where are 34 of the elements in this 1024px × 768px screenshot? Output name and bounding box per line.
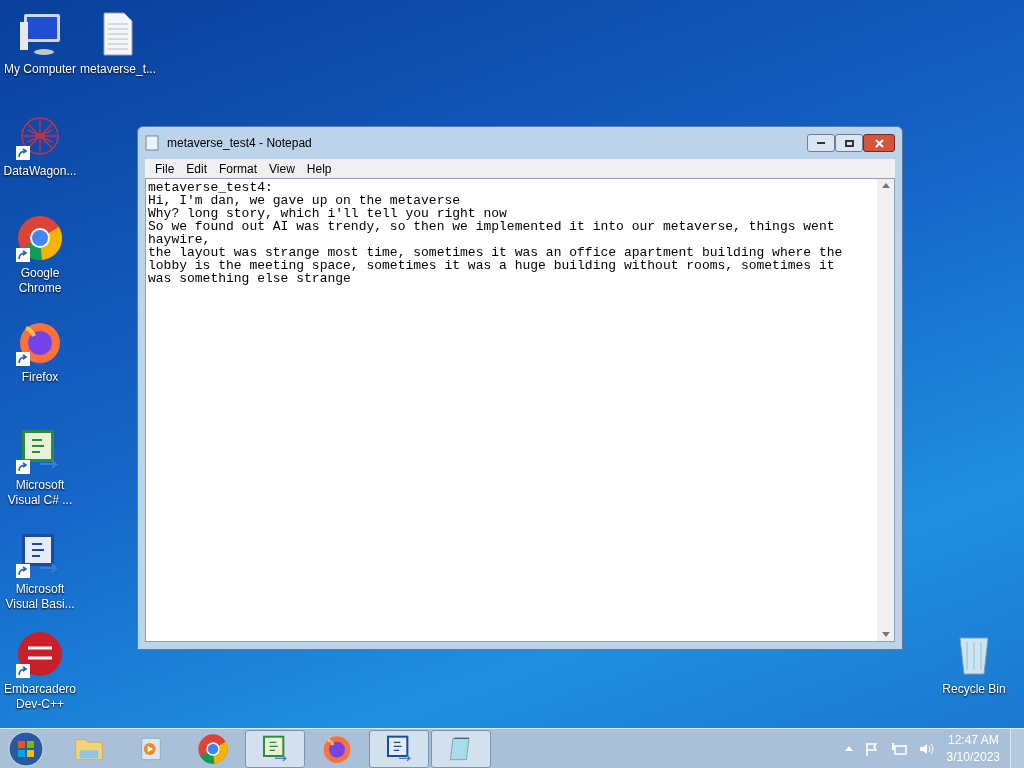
speaker-icon[interactable] xyxy=(918,741,935,756)
chrome-logo-icon xyxy=(197,732,229,765)
notepad-icon xyxy=(145,135,159,151)
desktop-icon-label[interactable]: Microsoft Visual C# ... xyxy=(2,478,78,508)
scrollbar[interactable] xyxy=(877,179,894,641)
menu-item[interactable]: Help xyxy=(300,159,338,178)
desktop-icon-label[interactable]: Recycle Bin xyxy=(936,682,1012,697)
taskbar-button[interactable] xyxy=(369,729,429,768)
taskbar-button[interactable] xyxy=(245,729,305,768)
close-button[interactable] xyxy=(863,134,895,152)
close-icon xyxy=(874,138,884,148)
show-hidden-icons-icon[interactable] xyxy=(844,746,853,751)
app-logo-icon xyxy=(16,630,64,678)
desktop-icon-label[interactable]: My Computer xyxy=(2,62,78,77)
menu-item[interactable]: View xyxy=(263,159,301,178)
desktop-icon-label[interactable]: Google Chrome xyxy=(2,266,78,296)
scroll-up-icon[interactable] xyxy=(881,183,890,188)
menu-item[interactable]: Edit xyxy=(180,159,214,178)
menu-item[interactable]: File xyxy=(149,159,181,178)
show-desktop-button[interactable] xyxy=(1010,729,1024,768)
menu-item[interactable]: Format xyxy=(213,159,264,178)
desktop-icon-label[interactable]: metaverse_t... xyxy=(80,62,156,77)
chrome-logo-icon xyxy=(16,214,64,262)
desktop-icon-label[interactable]: Microsoft Visual Basi... xyxy=(2,582,78,612)
desktop-icon-label[interactable]: DataWagon... xyxy=(2,164,78,179)
minimize-button[interactable] xyxy=(807,134,835,152)
maximize-button[interactable] xyxy=(835,134,863,152)
window-title: metaverse_test4 - Notepad xyxy=(167,135,313,152)
desktop-icon-label[interactable]: Firefox xyxy=(2,370,78,385)
scroll-down-icon[interactable] xyxy=(881,632,890,637)
network-icon[interactable] xyxy=(890,741,907,756)
desktop-icon-label[interactable]: Embarcadero Dev-C++ xyxy=(2,682,78,712)
flag-icon[interactable] xyxy=(864,741,879,756)
document-text: metaverse_test4: Hi, I'm dan, we gave up on the metaverse Why? long story, which i'll tell you right now So we found out AI was trendy, so then we implemented it into our metaverse, things went haywire, the layout was strange most time, sometimes it was an office apartment building where the lobby is the meeting space, sometimes it was a huge building without rooms, sometimes it was something else strange xyxy=(147,179,844,288)
